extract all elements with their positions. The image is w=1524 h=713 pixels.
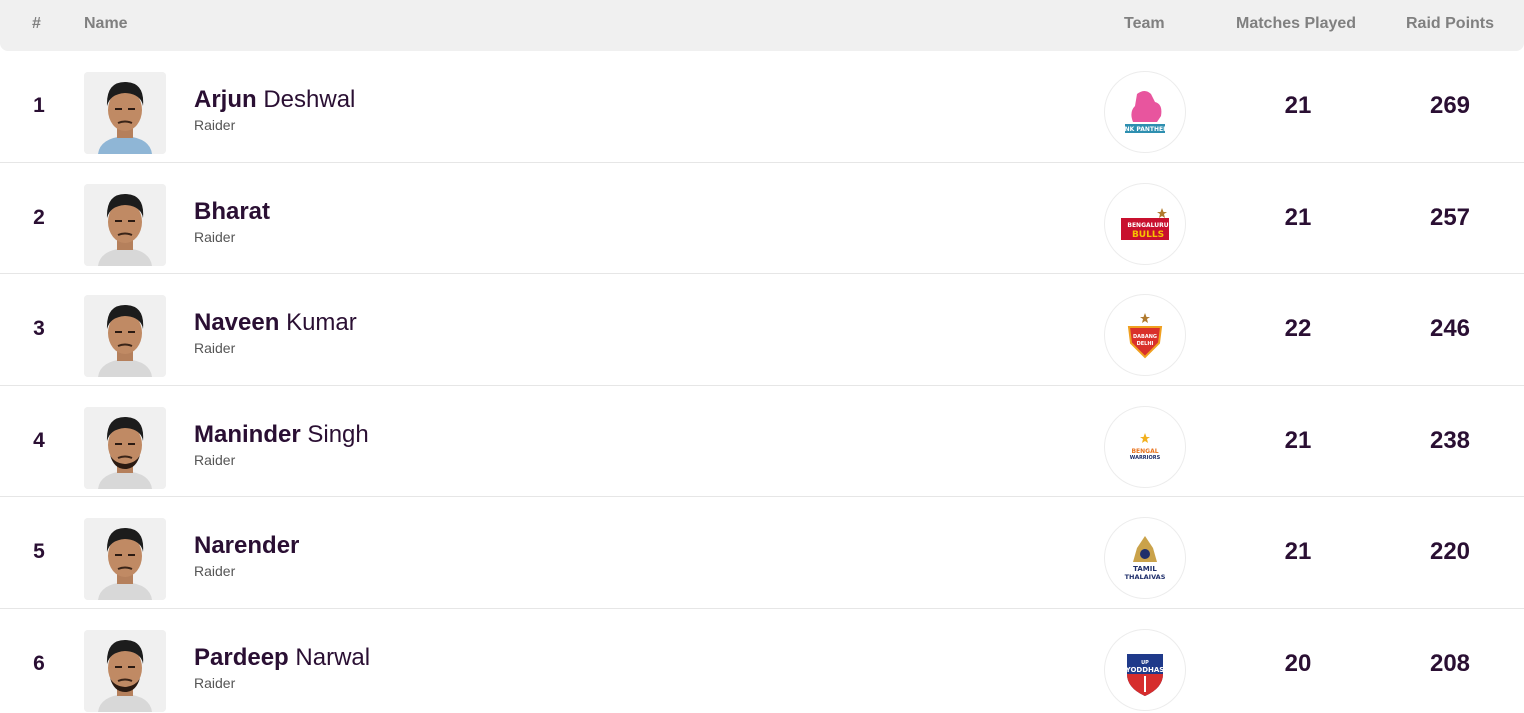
player-role: Raider bbox=[194, 117, 236, 133]
svg-text:DELHI: DELHI bbox=[1137, 341, 1154, 347]
player-photo-icon bbox=[84, 406, 166, 489]
player-first-name: Maninder bbox=[194, 420, 301, 448]
player-rank: 1 bbox=[33, 94, 45, 118]
player-photo-icon bbox=[84, 72, 166, 154]
raid-points-leaderboard: # Name Team Matches Played Raid Points 1… bbox=[0, 0, 1524, 713]
matches-played: 21 bbox=[1284, 426, 1312, 454]
svg-text:TAMIL: TAMIL bbox=[1133, 565, 1157, 573]
tamil-thalaivas-logo-icon: TAMILTHALAIVAS bbox=[1125, 536, 1166, 581]
team-logo[interactable]: BENGALURU BULLS bbox=[1104, 182, 1186, 265]
svg-text:BULLS: BULLS bbox=[1132, 230, 1164, 240]
player-name-block: Naveen Kumar Raider bbox=[194, 308, 357, 356]
player-name[interactable]: Bharat bbox=[194, 197, 270, 227]
header-raid-points[interactable]: Raid Points bbox=[1406, 15, 1494, 33]
player-name-block: Bharat Raider bbox=[194, 197, 270, 245]
table-body: 1 Arjun Deshwal Raider PINK PANTHERS 21 bbox=[0, 51, 1524, 713]
raid-points: 220 bbox=[1429, 538, 1471, 566]
table-header: # Name Team Matches Played Raid Points bbox=[0, 0, 1524, 51]
player-role: Raider bbox=[194, 228, 236, 245]
player-photo-icon bbox=[84, 518, 166, 600]
player-first-name: Pardeep bbox=[194, 643, 289, 671]
player-role: Raider bbox=[194, 451, 236, 468]
player-first-name: Bharat bbox=[194, 197, 271, 225]
player-name[interactable]: Pardeep Narwal bbox=[194, 643, 370, 673]
svg-text:WARRIORS: WARRIORS bbox=[1130, 455, 1161, 461]
player-rank: 3 bbox=[33, 317, 45, 341]
table-row-2[interactable]: 2 Bharat Raider BENGALURU BULLS 21 257 bbox=[0, 163, 1524, 274]
player-last-name: Narwal bbox=[295, 643, 371, 671]
player-last-name: Singh bbox=[307, 420, 369, 448]
svg-text:DABANG: DABANG bbox=[1133, 334, 1157, 340]
player-rank: 4 bbox=[33, 428, 45, 452]
player-role: Raider bbox=[194, 340, 236, 356]
player-role: Raider bbox=[194, 674, 236, 691]
player-last-name: Kumar bbox=[286, 309, 357, 336]
matches-played: 21 bbox=[1284, 203, 1312, 231]
player-last-name: Deshwal bbox=[263, 86, 356, 113]
matches-played: 21 bbox=[1284, 92, 1312, 120]
svg-text:YODDHAS: YODDHAS bbox=[1125, 666, 1165, 674]
player-first-name: Narender bbox=[194, 532, 300, 559]
player-name[interactable]: Naveen Kumar bbox=[194, 308, 357, 338]
matches-played: 21 bbox=[1284, 538, 1312, 566]
player-first-name: Arjun bbox=[194, 86, 257, 113]
player-avatar[interactable] bbox=[84, 406, 166, 489]
raid-points: 238 bbox=[1429, 426, 1471, 454]
player-avatar[interactable] bbox=[84, 629, 166, 712]
player-rank: 2 bbox=[33, 205, 45, 229]
svg-text:BENGAL: BENGAL bbox=[1131, 448, 1158, 455]
matches-played: 22 bbox=[1284, 315, 1312, 343]
header-team[interactable]: Team bbox=[1124, 15, 1165, 33]
player-rank: 5 bbox=[33, 540, 45, 564]
svg-text:THALAIVAS: THALAIVAS bbox=[1125, 573, 1166, 581]
matches-played: 20 bbox=[1284, 649, 1312, 677]
player-name-block: Pardeep Narwal Raider bbox=[194, 643, 370, 691]
raid-points: 208 bbox=[1429, 649, 1471, 677]
player-name[interactable]: Maninder Singh bbox=[194, 420, 369, 450]
header-rank[interactable]: # bbox=[32, 15, 41, 33]
header-matches-played[interactable]: Matches Played bbox=[1236, 15, 1356, 33]
player-name-block: Narender Raider bbox=[194, 531, 299, 579]
table-row-1[interactable]: 1 Arjun Deshwal Raider PINK PANTHERS 21 bbox=[0, 51, 1524, 163]
player-avatar[interactable] bbox=[84, 72, 166, 154]
player-name[interactable]: Narender bbox=[194, 531, 299, 561]
table-row-4[interactable]: 4 Maninder Singh Raider BENGAL WARRIORS 2… bbox=[0, 386, 1524, 497]
player-name-block: Maninder Singh Raider bbox=[194, 420, 369, 468]
team-logo[interactable]: DABANG DELHI bbox=[1104, 294, 1186, 376]
player-photo-icon bbox=[84, 183, 166, 266]
table-row-6[interactable]: 6 Pardeep Narwal Raider UP YODDHAS 20 20… bbox=[0, 609, 1524, 713]
bengaluru-bulls-logo-icon: BENGALURUBULLS bbox=[1121, 207, 1169, 240]
header-name[interactable]: Name bbox=[84, 15, 128, 33]
svg-text:PINK PANTHERS: PINK PANTHERS bbox=[1118, 126, 1172, 133]
player-avatar[interactable] bbox=[84, 183, 166, 266]
player-photo-icon bbox=[84, 629, 166, 712]
player-name-block: Arjun Deshwal Raider bbox=[194, 85, 355, 133]
team-logo[interactable]: TAMIL THALAIVAS bbox=[1104, 517, 1186, 599]
player-avatar[interactable] bbox=[84, 518, 166, 600]
table-row-3[interactable]: 3 Naveen Kumar Raider DABANG DELHI 22 24… bbox=[0, 274, 1524, 386]
raid-points: 246 bbox=[1429, 315, 1471, 343]
team-logo[interactable]: UP YODDHAS bbox=[1104, 628, 1186, 711]
raid-points: 257 bbox=[1429, 203, 1471, 231]
player-rank: 6 bbox=[33, 651, 45, 675]
svg-text:BENGALURU: BENGALURU bbox=[1127, 222, 1168, 229]
team-logo[interactable]: PINK PANTHERS bbox=[1104, 71, 1186, 153]
player-name[interactable]: Arjun Deshwal bbox=[194, 85, 355, 115]
player-role: Raider bbox=[194, 563, 236, 579]
pink-panther-logo-icon: PINK PANTHERS bbox=[1118, 91, 1172, 133]
table-row-5[interactable]: 5 Narender Raider TAMIL THALAIVAS 21 220 bbox=[0, 497, 1524, 609]
raid-points: 269 bbox=[1429, 92, 1471, 120]
dabang-delhi-logo-icon: DABANGDELHI bbox=[1127, 313, 1163, 359]
team-logo[interactable]: BENGAL WARRIORS bbox=[1104, 405, 1186, 488]
player-first-name: Naveen bbox=[194, 309, 280, 336]
bengal-warriors-logo-icon: BENGALWARRIORS bbox=[1123, 432, 1163, 461]
player-photo-icon bbox=[84, 295, 166, 377]
player-avatar[interactable] bbox=[84, 295, 166, 377]
up-yoddhas-logo-icon: UPYODDHAS bbox=[1125, 653, 1165, 696]
